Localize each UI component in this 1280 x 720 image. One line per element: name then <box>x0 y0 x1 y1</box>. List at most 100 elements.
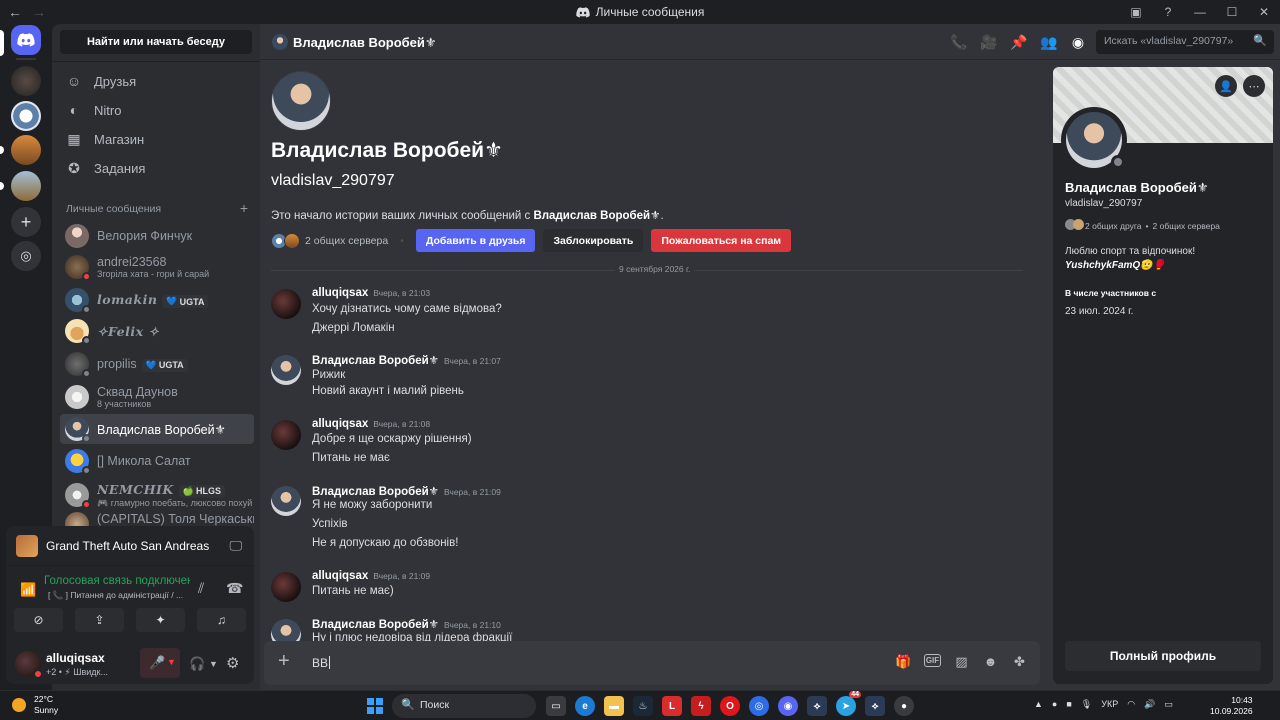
message-avatar[interactable] <box>271 486 301 516</box>
language-indicator[interactable]: УКР <box>1101 699 1118 710</box>
taskbar-search[interactable]: 🔍 Поиск <box>392 694 536 718</box>
message-author[interactable]: Владислав Воробей⚜ <box>312 619 439 631</box>
activity-game[interactable]: Grand Theft Auto San Andreas 🖵 <box>6 526 254 566</box>
nav-friends[interactable]: ☺ Друзья <box>60 68 252 94</box>
discord-taskbar-icon[interactable]: ◉ <box>778 696 798 716</box>
voice-call-icon[interactable]: 📞 <box>950 34 967 51</box>
header-name[interactable]: Владислав Воробей⚜ <box>293 35 437 51</box>
chevron-up-icon[interactable]: ▲ <box>1034 699 1043 710</box>
message-author[interactable]: alluqiqsax <box>312 418 368 430</box>
server-icon[interactable] <box>11 66 41 96</box>
nav-shop[interactable]: ▦ Магазин <box>60 126 252 152</box>
message-group[interactable]: Владислав Воробей⚜ Вчера, в 21:09 Я не мо… <box>271 484 1031 554</box>
dm-item[interactable]: propilis 💙 UGTA <box>60 349 254 379</box>
inbox-icon[interactable]: ▣ <box>1120 5 1152 19</box>
message-avatar[interactable] <box>271 572 301 602</box>
report-spam-button[interactable]: Пожаловаться на спам <box>651 229 792 252</box>
full-profile-button[interactable]: Полный профиль <box>1065 641 1261 671</box>
help-icon[interactable]: ? <box>1152 5 1184 19</box>
explore-compass-icon[interactable]: ◎ <box>11 241 41 271</box>
dm-item[interactable]: Велория Финчук <box>60 221 254 251</box>
mutual-servers-link[interactable]: 2 общих сервера <box>1153 221 1220 231</box>
home-button[interactable] <box>11 25 41 55</box>
mutual-servers-link[interactable]: 2 общих сервера <box>305 235 388 247</box>
search-input[interactable]: Искать «vladislav_290797» 🔍 <box>1096 30 1274 54</box>
edge-browser-icon[interactable]: e <box>575 696 595 716</box>
message-avatar[interactable] <box>271 355 301 385</box>
soundboard-button[interactable]: ♫ <box>197 608 246 632</box>
gift-icon[interactable]: 🎁 <box>895 654 912 670</box>
settings-gear-icon[interactable]: ⚙ <box>226 654 239 672</box>
message-composer[interactable]: + ВВ 🎁 GIF ▨ ☻ ✤ <box>264 641 1040 685</box>
wifi-icon[interactable]: ◠ <box>1127 699 1135 710</box>
disconnect-icon[interactable]: ☎ <box>226 580 243 597</box>
user-avatar[interactable] <box>15 651 43 679</box>
clock[interactable]: 10:43 10.09.2026 <box>1210 695 1253 717</box>
server-icon[interactable] <box>11 171 41 201</box>
launcher-bolt-icon[interactable]: ϟ <box>691 696 711 716</box>
add-friend-icon[interactable]: 👤 <box>1215 75 1237 97</box>
start-button[interactable] <box>367 698 383 714</box>
video-call-icon[interactable]: 🎥 <box>980 34 997 51</box>
tray-app-icon[interactable]: ● <box>1052 699 1057 710</box>
message-group[interactable]: alluqiqsax Вчера, в 21:09 Питань не має) <box>271 570 1031 602</box>
file-explorer-icon[interactable]: ▬ <box>604 696 624 716</box>
message-input[interactable]: ВВ <box>312 656 330 670</box>
voice-channel[interactable]: [ 📞 ] Питання до адміністрації / ... <box>48 590 198 601</box>
message-author[interactable]: Владислав Воробей⚜ <box>312 486 439 498</box>
profile-avatar[interactable] <box>1061 107 1127 173</box>
nav-quests[interactable]: ✪ Задания <box>60 155 252 181</box>
pinned-messages-icon[interactable]: 📌 <box>1010 34 1027 51</box>
add-server-button[interactable]: + <box>11 207 41 237</box>
mutual-friends-link[interactable]: 2 общих друга <box>1085 221 1142 231</box>
message-group[interactable]: Владислав Воробей⚜ Вчера, в 21:10 Ну і пл… <box>271 617 1031 641</box>
dm-item[interactable]: Сквад Даунов 8 участников <box>60 382 254 412</box>
maximize-icon[interactable]: ☐ <box>1216 5 1248 19</box>
add-friend-button[interactable]: Добавить в друзья <box>415 229 536 252</box>
block-button[interactable]: Заблокировать <box>543 229 644 252</box>
message-group[interactable]: Владислав Воробей⚜ Вчера, в 21:07 Рижик Н… <box>271 353 1031 403</box>
message-avatar[interactable] <box>271 619 301 641</box>
close-icon[interactable]: ✕ <box>1248 5 1280 19</box>
message-avatar[interactable] <box>271 420 301 450</box>
user-profile-icon[interactable]: ◉ <box>1070 34 1086 51</box>
app-icon[interactable]: ⟡ <box>865 696 885 716</box>
attach-plus-icon[interactable]: + <box>278 651 290 671</box>
gif-icon[interactable]: GIF <box>924 654 941 667</box>
dm-item[interactable]: [] Микола Салат <box>60 446 254 476</box>
back-arrow-icon[interactable]: ← <box>8 4 22 20</box>
noise-suppression-icon[interactable]: ⫽ <box>198 580 204 597</box>
server-icon[interactable] <box>11 135 41 165</box>
message-avatar[interactable] <box>271 289 301 319</box>
message-author[interactable]: Владислав Воробей⚜ <box>312 355 439 367</box>
dm-item[interactable]: andrei23568 Згоріла хата - гори й сарай <box>60 252 254 282</box>
forward-arrow-icon[interactable]: → <box>32 4 46 20</box>
obs-icon[interactable]: ● <box>894 696 914 716</box>
message-author[interactable]: alluqiqsax <box>312 287 368 299</box>
activities-button[interactable]: ✦ <box>136 608 185 632</box>
camera-off-button[interactable]: ⊘ <box>14 608 63 632</box>
dm-item[interactable]: ✧Felix ✧ <box>60 316 254 346</box>
message-group[interactable]: alluqiqsax Вчера, в 21:08 Добре я ще оска… <box>271 418 1031 468</box>
nav-nitro[interactable]: ◐ Nitro <box>60 97 252 123</box>
task-view-icon[interactable]: ▭ <box>546 696 566 716</box>
message-group[interactable]: alluqiqsax Вчера, в 21:03 Хочу дізнатись … <box>271 287 1031 337</box>
battery-icon[interactable]: ▭ <box>1164 699 1173 710</box>
dm-item[interactable]: NEMCHIK 🍏 HLGS 🎮 гламурно поебать, люксово… <box>60 480 254 510</box>
headphones-icon[interactable]: 🎧 <box>189 656 205 672</box>
dm-item-active[interactable]: Владислав Воробей⚜ <box>60 414 254 444</box>
app-icon[interactable]: ◎ <box>749 696 769 716</box>
create-dm-plus-icon[interactable]: + <box>240 201 248 215</box>
find-conversation-button[interactable]: Найти или начать беседу <box>60 30 252 54</box>
dm-item[interactable]: lomakin 💙 UGTA <box>60 285 254 315</box>
add-friends-to-dm-icon[interactable]: 👥 <box>1040 34 1057 51</box>
mute-toggle[interactable]: 🎤 ▼ <box>140 648 180 678</box>
chevron-down-icon[interactable]: ▼ <box>209 659 218 669</box>
launcher-l-icon[interactable]: L <box>662 696 682 716</box>
share-screen-button[interactable]: ⇪ <box>75 608 124 632</box>
stream-screen-icon[interactable]: 🖵 <box>229 538 242 554</box>
microphone-icon[interactable]: 🎙 <box>1081 699 1092 710</box>
telegram-icon[interactable]: ➤ 44 <box>836 691 861 716</box>
sticker-icon[interactable]: ▨ <box>953 654 970 670</box>
apps-icon[interactable]: ✤ <box>1011 654 1028 670</box>
